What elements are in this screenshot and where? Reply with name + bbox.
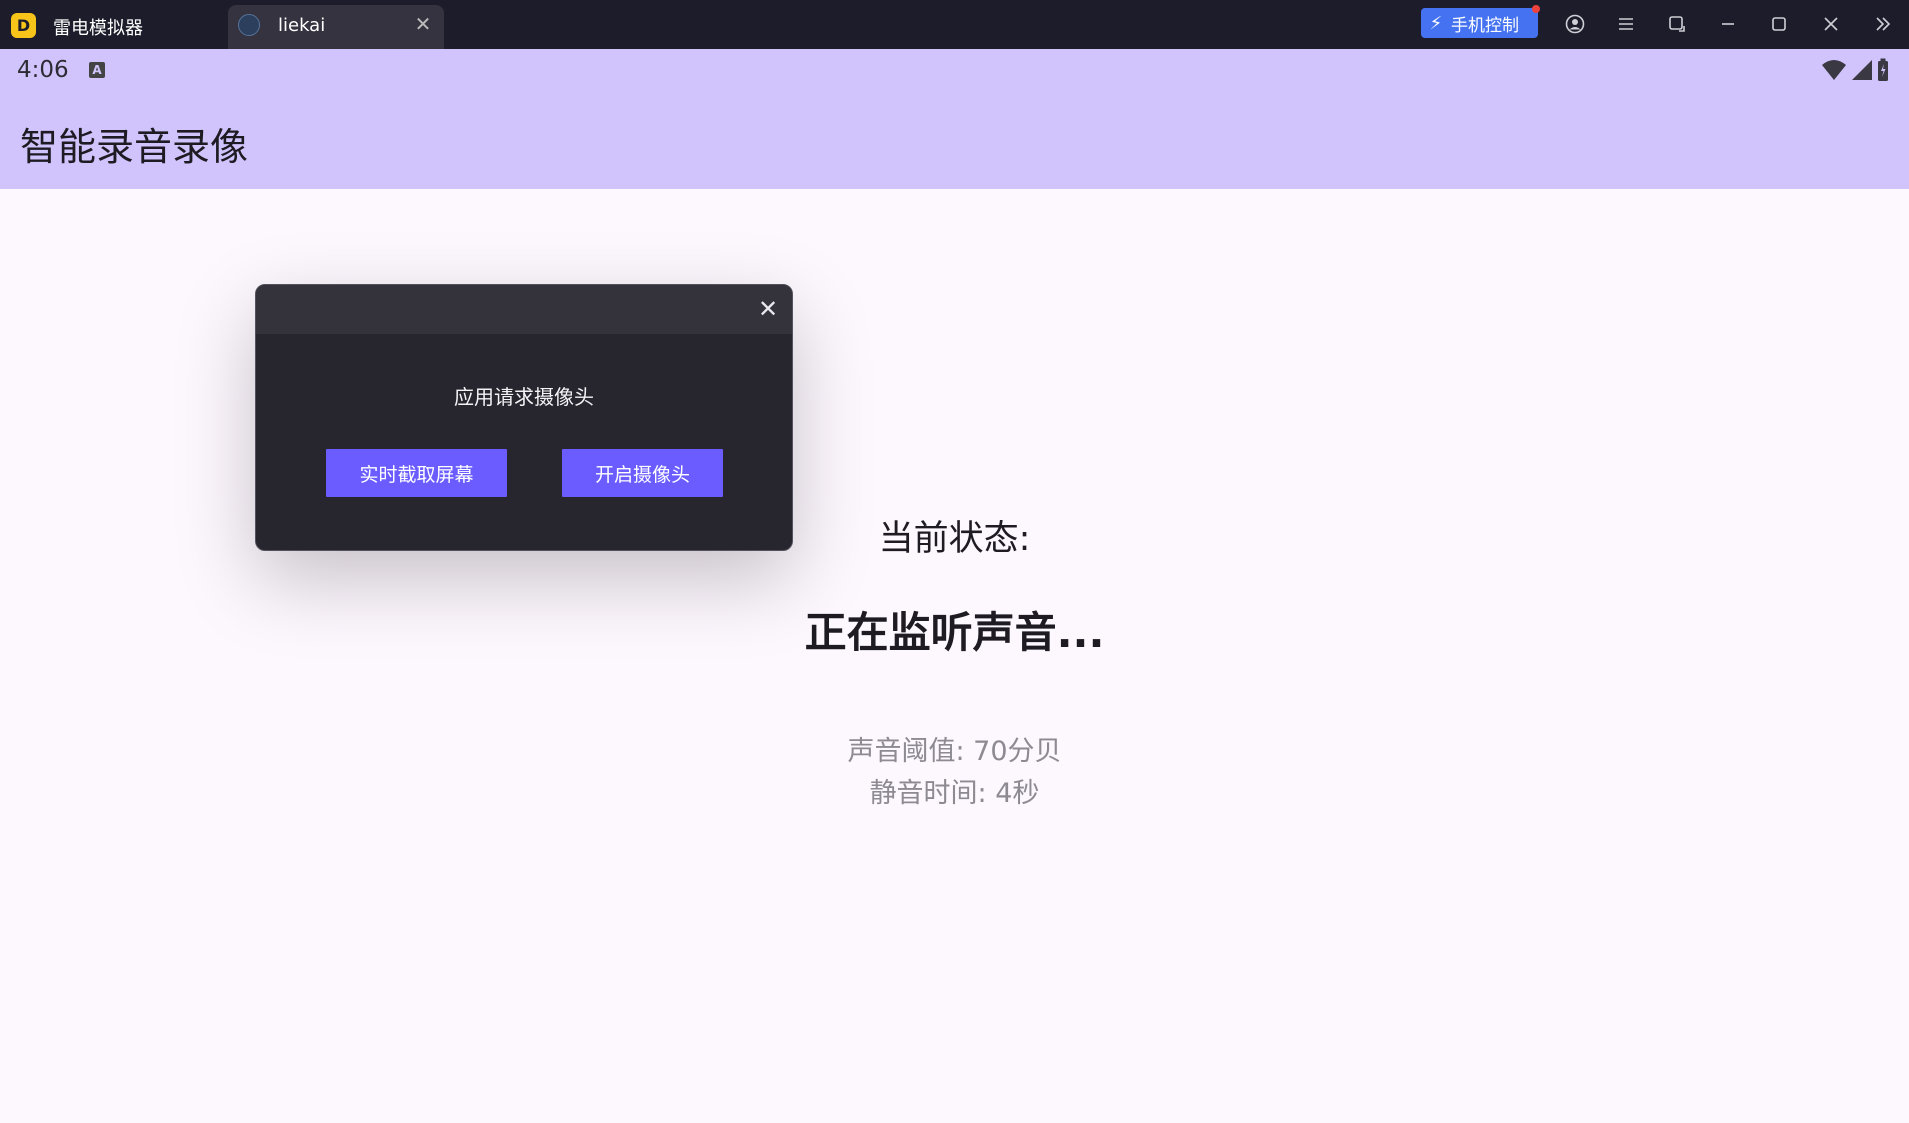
sound-threshold-text: 声音阈值: 70分贝 (847, 736, 1062, 767)
account-icon[interactable] (1561, 10, 1589, 38)
bolt-icon: ⚡ (1429, 12, 1443, 34)
keyboard-indicator-icon: A (89, 62, 105, 78)
emulator-app-name: 雷电模拟器 (53, 18, 143, 39)
tab-label: liekai (278, 15, 326, 36)
app-title: 智能录音录像 (20, 125, 249, 169)
emulator-titlebar: D 雷电模拟器 liekai ✕ ⚡ 手机控制 (0, 0, 1909, 49)
rotate-icon[interactable] (1663, 10, 1691, 38)
current-status-value: 正在监听声音... (804, 608, 1105, 657)
app-bar (0, 49, 1909, 189)
tab-close-icon[interactable]: ✕ (412, 13, 434, 35)
close-icon[interactable] (1817, 10, 1845, 38)
camera-request-dialog: ✕ 应用请求摄像头 实时截取屏幕 开启摄像头 (255, 284, 793, 551)
signal-icon (1852, 60, 1872, 80)
emulator-logo-icon: D (11, 13, 36, 38)
battery-icon (1878, 58, 1888, 81)
dialog-close-icon[interactable]: ✕ (754, 295, 782, 323)
notification-dot (1532, 5, 1540, 13)
dialog-message: 应用请求摄像头 (454, 385, 594, 409)
screen-capture-button[interactable]: 实时截取屏幕 (326, 449, 507, 497)
double-chevron-icon[interactable] (1869, 10, 1897, 38)
phone-control-button[interactable]: ⚡ 手机控制 (1421, 5, 1540, 38)
wifi-icon (1822, 60, 1846, 80)
tab-liekai[interactable]: liekai ✕ (228, 5, 444, 49)
phone-control-label: 手机控制 (1451, 15, 1519, 36)
dialog-header (256, 285, 792, 334)
status-icons (1821, 58, 1889, 82)
maximize-icon[interactable] (1765, 10, 1793, 38)
open-camera-button[interactable]: 开启摄像头 (562, 449, 723, 497)
minimize-icon[interactable] (1714, 10, 1742, 38)
app-tab-icon (238, 14, 260, 36)
status-time: 4:06 (17, 57, 69, 83)
silence-time-text: 静音时间: 4秒 (869, 778, 1040, 809)
menu-icon[interactable] (1612, 10, 1640, 38)
